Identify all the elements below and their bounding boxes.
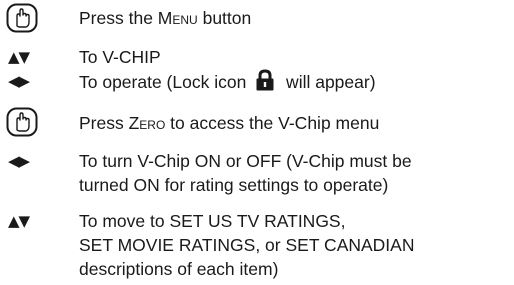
left-right-arrows-icon: ◀▶ [8,72,30,90]
instruction-page: Press the Menu button ▲▼ To V-CHIP ◀▶ To… [0,0,514,285]
lock-icon [256,69,274,91]
step-text: Press Zero to access the V-Chip menu [79,113,380,133]
step-text-line: To turn V-Chip ON or OFF (V-Chip must be [79,151,412,171]
step-text: To move to SET US TV RATINGS, SET MOVIE … [79,209,506,281]
up-down-arrows-icon: ▲▼ [8,48,30,66]
step-text: To turn V-Chip ON or OFF (V-Chip must be… [79,149,506,197]
step-text-line: turned ON for rating settings to operate… [79,175,389,195]
up-down-arrows-icon: ▲▼ [8,212,30,230]
step-text: Press the Menu button [79,8,252,28]
step-to-vchip: ▲▼ To V-CHIP [0,45,514,69]
step-press-menu: Press the Menu button [0,3,514,33]
step-press-zero: Press Zero to access the V-Chip menu [0,107,514,137]
hand-press-icon [6,107,38,137]
zero-key-label: Zero [128,113,166,133]
hand-press-icon [6,3,38,33]
step-text: To operate (Lock icon will appear) [79,69,506,94]
step-text-line: SET MOVIE RATINGS, or SET CANADIAN [79,235,415,255]
step-text-line: To move to SET US TV RATINGS, [79,211,346,231]
menu-key-label: Menu [157,8,198,28]
step-text-line: descriptions of each item) [79,259,279,279]
step-text: To V-CHIP [79,47,161,67]
step-move-ratings: ▲▼ To move to SET US TV RATINGS, SET MOV… [0,209,514,281]
step-operate: ◀▶ To operate (Lock icon will appear) [0,69,514,95]
step-toggle-vchip: ◀▶ To turn V-Chip ON or OFF (V-Chip must… [0,149,514,197]
left-right-arrows-icon: ◀▶ [8,152,30,170]
